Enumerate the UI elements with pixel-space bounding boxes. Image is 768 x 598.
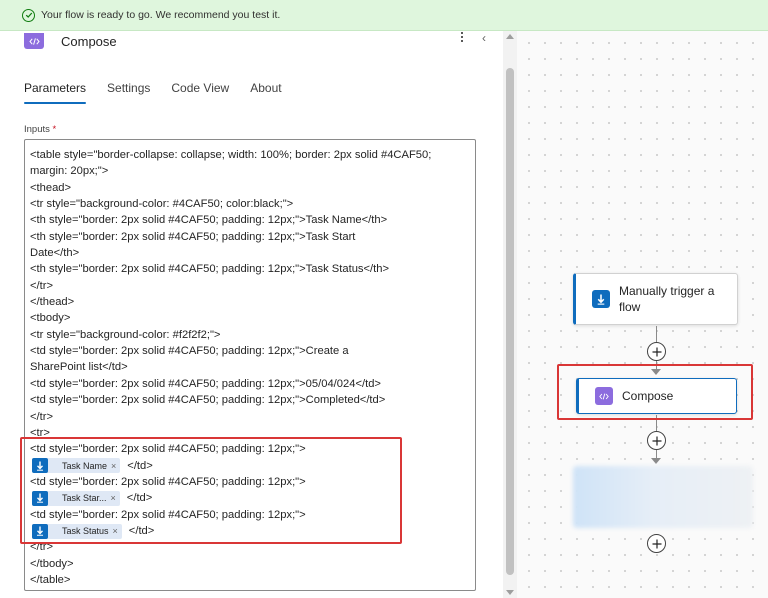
compose-card-label: Compose: [622, 389, 674, 403]
blurred-action-card[interactable]: [573, 466, 753, 528]
panel-scrollbar[interactable]: [503, 31, 517, 598]
tab-parameters[interactable]: Parameters: [24, 81, 87, 104]
add-step-button[interactable]: [647, 534, 666, 553]
manual-trigger-icon: [32, 490, 48, 506]
code-line: <td style="border: 2px solid #4CAF50; pa…: [30, 377, 381, 390]
code-line: </tr>: [30, 279, 54, 292]
connector-line: [656, 415, 657, 431]
code-fragment: </td>: [128, 524, 155, 537]
code-line: <th style="border: 2px solid #4CAF50; pa…: [30, 214, 388, 227]
panel-tabs: Parameters Settings Code View About: [24, 81, 303, 104]
code-line: </tr>: [30, 541, 54, 554]
inputs-label-text: Inputs: [24, 124, 50, 135]
required-asterisk: *: [52, 124, 57, 135]
token-remove-icon[interactable]: ×: [111, 490, 120, 506]
code-line: <tbody>: [30, 312, 71, 325]
inputs-label: Inputs *: [24, 124, 56, 135]
code-line: <thead>: [30, 181, 72, 194]
code-fragment: </td>: [126, 492, 153, 505]
dynamic-token-task-name[interactable]: Task Name ×: [32, 458, 121, 474]
trigger-card[interactable]: Manually trigger a flow: [573, 273, 738, 325]
add-step-button[interactable]: [647, 342, 666, 361]
scrollbar-thumb[interactable]: [506, 68, 514, 575]
code-line: <td style="border: 2px solid #4CAF50; pa…: [30, 508, 306, 521]
code-line: <tr style="background-color: #4CAF50; co…: [30, 198, 294, 211]
panel-header: Compose: [24, 31, 117, 51]
compose-code-icon: [24, 33, 44, 49]
code-line: SharePoint list</td>: [30, 361, 128, 374]
code-line: </tr>: [30, 410, 54, 423]
code-line: <table style="border-collapse: collapse;…: [30, 149, 432, 161]
action-properties-panel: Compose ‹ Parameters Settings Code View …: [0, 31, 503, 598]
code-line: <tr>: [30, 426, 50, 439]
manual-trigger-icon: [32, 523, 48, 539]
collapse-panel-icon[interactable]: ‹: [482, 31, 486, 45]
code-line: margin: 20px;">: [30, 165, 109, 178]
inputs-editor[interactable]: <table style="border-collapse: collapse;…: [24, 139, 476, 591]
code-line: <td style="border: 2px solid #4CAF50; pa…: [30, 394, 386, 407]
banner-message: Your flow is ready to go. We recommend y…: [41, 9, 281, 21]
arrow-down-icon: [651, 458, 661, 464]
dynamic-token-task-start-date[interactable]: Task Star... ×: [32, 490, 120, 506]
code-line: <td style="border: 2px solid #4CAF50; pa…: [30, 475, 306, 488]
code-line: Date</th>: [30, 247, 80, 260]
code-line: <td style="border: 2px solid #4CAF50; pa…: [30, 345, 349, 358]
connector-line: [656, 326, 657, 342]
manual-trigger-icon: [592, 290, 610, 308]
dynamic-content-line: Task Status × </td>: [30, 523, 475, 539]
dynamic-content-line: Task Star... × </td>: [30, 490, 475, 506]
scroll-up-arrow-icon[interactable]: [506, 34, 514, 39]
scroll-down-arrow-icon[interactable]: [506, 590, 514, 595]
token-label: Task Status: [62, 525, 109, 536]
code-line: </tbody>: [30, 557, 74, 570]
code-fragment: </td>: [127, 459, 153, 472]
checkmark-circle-icon: [22, 8, 35, 22]
code-line: <tr style="background-color: #f2f2f2;">: [30, 328, 221, 341]
tab-settings[interactable]: Settings: [107, 81, 150, 104]
tab-about[interactable]: About: [250, 81, 281, 104]
code-line: <td style="border: 2px solid #4CAF50; pa…: [30, 443, 306, 456]
code-line: </thead>: [30, 296, 75, 309]
code-line: <th style="border: 2px solid #4CAF50; pa…: [30, 230, 356, 243]
add-step-button[interactable]: [647, 431, 666, 450]
arrow-down-icon: [651, 369, 661, 375]
manual-trigger-icon: [32, 458, 48, 474]
flow-canvas[interactable]: Manually trigger a flow Compose: [517, 31, 768, 598]
tab-code-view[interactable]: Code View: [171, 81, 229, 104]
success-banner: Your flow is ready to go. We recommend y…: [0, 0, 768, 31]
more-options-icon[interactable]: [456, 31, 468, 43]
token-remove-icon[interactable]: ×: [113, 523, 122, 539]
code-line: </table>: [30, 573, 71, 586]
compose-card[interactable]: Compose: [576, 378, 737, 414]
dynamic-token-task-status[interactable]: Task Status ×: [32, 523, 122, 539]
token-label: Task Name: [62, 460, 108, 471]
panel-title[interactable]: Compose: [61, 34, 117, 49]
token-remove-icon[interactable]: ×: [111, 458, 120, 474]
compose-code-icon: [595, 387, 613, 405]
dynamic-content-line: Task Name × </td>: [30, 458, 475, 474]
token-label: Task Star...: [62, 493, 107, 504]
code-line: <th style="border: 2px solid #4CAF50; pa…: [30, 263, 390, 276]
trigger-card-label: Manually trigger a flow: [619, 284, 715, 314]
